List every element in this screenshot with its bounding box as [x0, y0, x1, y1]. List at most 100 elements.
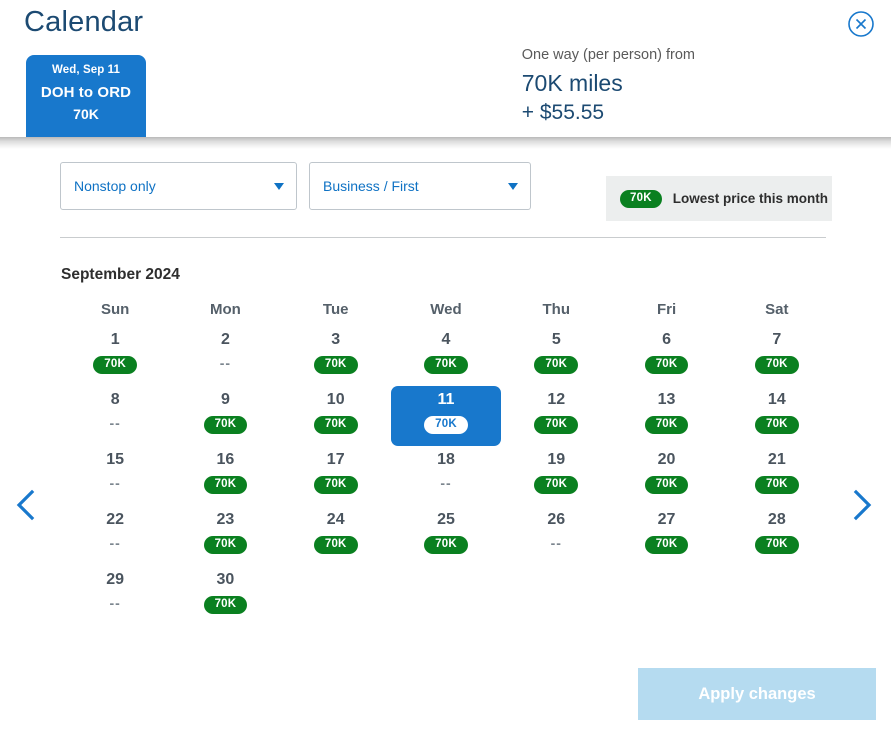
- calendar-day-price-wrap: 70K: [170, 414, 280, 434]
- calendar-day-cell[interactable]: 26 --: [501, 506, 611, 566]
- price-label: One way (per person) from: [521, 47, 695, 63]
- calendar-week-row: 22 -- 23 70K 24 70K 25 70K 26 -- 27 70K 28 70K: [60, 506, 832, 566]
- calendar-day-cell[interactable]: 29 --: [60, 566, 170, 626]
- flight-tab-date: Wed, Sep 11: [52, 64, 120, 76]
- calendar-day-cell[interactable]: 5 70K: [501, 326, 611, 386]
- calendar-day-price-wrap: 70K: [722, 474, 832, 494]
- calendar-day-price-badge: 70K: [424, 416, 468, 434]
- calendar-day-cell[interactable]: 19 70K: [501, 446, 611, 506]
- calendar-day-number: 28: [767, 511, 786, 528]
- weekday-header-row: Sun Mon Tue Wed Thu Fri Sat: [60, 301, 832, 326]
- page-title: Calendar: [24, 6, 144, 38]
- calendar-day-price-badge: 70K: [424, 536, 468, 554]
- calendar-day-no-price: --: [109, 535, 121, 551]
- calendar-day-number: 25: [437, 511, 455, 528]
- calendar-day-number: 12: [547, 391, 566, 408]
- calendar-week-row: 1 70K 2 -- 3 70K 4 70K 5 70K 6 70K 7 70K: [60, 326, 832, 386]
- calendar-day-cell[interactable]: 3 70K: [281, 326, 391, 386]
- calendar-day-price-badge: 70K: [754, 416, 799, 434]
- calendar-day-number: 7: [772, 331, 782, 348]
- calendar-day-cell[interactable]: 1 70K: [60, 326, 170, 386]
- stops-filter-value: Nonstop only: [74, 178, 156, 194]
- weekday-label: Fri: [656, 301, 677, 318]
- calendar-day-cell[interactable]: 13 70K: [611, 386, 721, 446]
- calendar-day-cell[interactable]: 15 --: [60, 446, 170, 506]
- calendar-day-cell[interactable]: 21 70K: [722, 446, 832, 506]
- stops-filter-select[interactable]: Nonstop only: [60, 162, 297, 210]
- calendar-day-cell[interactable]: 30 70K: [170, 566, 280, 626]
- calendar-day-price-wrap: 70K: [722, 354, 832, 374]
- calendar-day-number: 13: [657, 391, 676, 408]
- selected-flight-tab[interactable]: Wed, Sep 11 DOH to ORD 70K: [26, 55, 146, 137]
- chevron-left-icon[interactable]: [10, 487, 40, 523]
- calendar-day-cell[interactable]: 6 70K: [611, 326, 721, 386]
- calendar-day-number: 10: [326, 391, 345, 408]
- calendar-day-cell[interactable]: 9 70K: [170, 386, 280, 446]
- calendar-day-cell[interactable]: 16 70K: [170, 446, 280, 506]
- calendar-day-number: 15: [106, 451, 125, 468]
- calendar-day-no-price: --: [219, 355, 232, 371]
- calendar-body: Nonstop only Business / First 70K Lowest…: [0, 149, 891, 733]
- calendar-day-selected[interactable]: 11 70K: [390, 386, 502, 446]
- lowest-price-legend: 70K Lowest price this month: [606, 176, 832, 221]
- calendar-day-price-badge: 70K: [644, 476, 689, 494]
- calendar-day-price-wrap: 70K: [501, 354, 611, 374]
- calendar-day-price-wrap: 70K: [170, 474, 280, 494]
- price-cash: + $55.55: [521, 100, 605, 124]
- calendar-day-cell[interactable]: 18 --: [391, 446, 501, 506]
- calendar-day-number: 26: [547, 511, 566, 528]
- calendar-day-number: 21: [767, 451, 786, 468]
- calendar-day-number: 20: [657, 451, 676, 468]
- calendar-day-cell[interactable]: 2 --: [170, 326, 280, 386]
- calendar-day-number: 16: [216, 451, 235, 468]
- calendar-day-cell[interactable]: 28 70K: [722, 506, 832, 566]
- close-circle-icon[interactable]: [847, 10, 875, 38]
- calendar-day-price-wrap: 70K: [281, 354, 391, 374]
- legend-label: Lowest price this month: [672, 191, 828, 206]
- weekday-label: Sat: [765, 301, 789, 318]
- calendar-weeks: 1 70K 2 -- 3 70K 4 70K 5 70K 6 70K 7 70K 8 -- 9 70K 10 70K 1…: [60, 326, 832, 626]
- calendar-day-number: 29: [106, 571, 125, 588]
- flight-tab-miles: 70K: [73, 106, 99, 122]
- calendar-day-cell[interactable]: 7 70K: [722, 326, 832, 386]
- apply-changes-button[interactable]: Apply changes: [638, 668, 876, 720]
- chevron-right-icon[interactable]: [847, 487, 877, 523]
- calendar-day-price-wrap: 70K: [611, 414, 721, 434]
- calendar-day-number: 22: [106, 511, 125, 528]
- calendar-day-cell[interactable]: 8 --: [60, 386, 170, 446]
- calendar-day-number: 23: [216, 511, 235, 528]
- calendar-day-price-wrap: 70K: [170, 534, 280, 554]
- calendar-day-price-wrap: 70K: [60, 354, 170, 374]
- calendar-day-cell[interactable]: 10 70K: [281, 386, 391, 446]
- header-divider-shadow: [0, 137, 891, 149]
- calendar-day-cell[interactable]: 14 70K: [722, 386, 832, 446]
- month-label: September 2024: [61, 266, 180, 283]
- calendar-day-price-wrap: 70K: [501, 474, 611, 494]
- weekday-label: Tue: [322, 301, 349, 318]
- calendar-day-price-wrap: --: [60, 594, 170, 612]
- calendar-day-price-badge: 70K: [313, 356, 358, 374]
- calendar-day-price-badge: 70K: [754, 536, 799, 554]
- calendar-day-price-wrap: 70K: [611, 534, 721, 554]
- calendar-grid: Sun Mon Tue Wed Thu Fri Sat 1 70K 2 -- 3 70K 4 70K 5 70…: [60, 301, 832, 626]
- calendar-day-cell[interactable]: 24 70K: [281, 506, 391, 566]
- calendar-day-cell[interactable]: 25 70K: [391, 506, 501, 566]
- calendar-day-number: 1: [110, 331, 120, 348]
- calendar-day-price-badge: 70K: [534, 356, 579, 374]
- calendar-day-price-wrap: --: [60, 414, 170, 432]
- calendar-day-cell[interactable]: 27 70K: [611, 506, 721, 566]
- calendar-day-price-wrap: 70K: [391, 534, 501, 554]
- calendar-day-cell[interactable]: 17 70K: [281, 446, 391, 506]
- calendar-day-number: 17: [326, 451, 345, 468]
- calendar-day-cell[interactable]: 20 70K: [611, 446, 721, 506]
- calendar-day-cell[interactable]: 12 70K: [501, 386, 611, 446]
- calendar-day-price-badge: 70K: [313, 416, 358, 434]
- calendar-day-cell[interactable]: 22 --: [60, 506, 170, 566]
- calendar-day-cell[interactable]: 23 70K: [170, 506, 280, 566]
- cabin-filter-select[interactable]: Business / First: [309, 162, 531, 210]
- price-miles: 70K miles: [521, 69, 623, 96]
- calendar-day-cell[interactable]: 4 70K: [391, 326, 501, 386]
- calendar-day-number: 27: [657, 511, 676, 528]
- calendar-week-row: 29 -- 30 70K: [60, 566, 832, 626]
- legend-price-badge: 70K: [620, 189, 662, 208]
